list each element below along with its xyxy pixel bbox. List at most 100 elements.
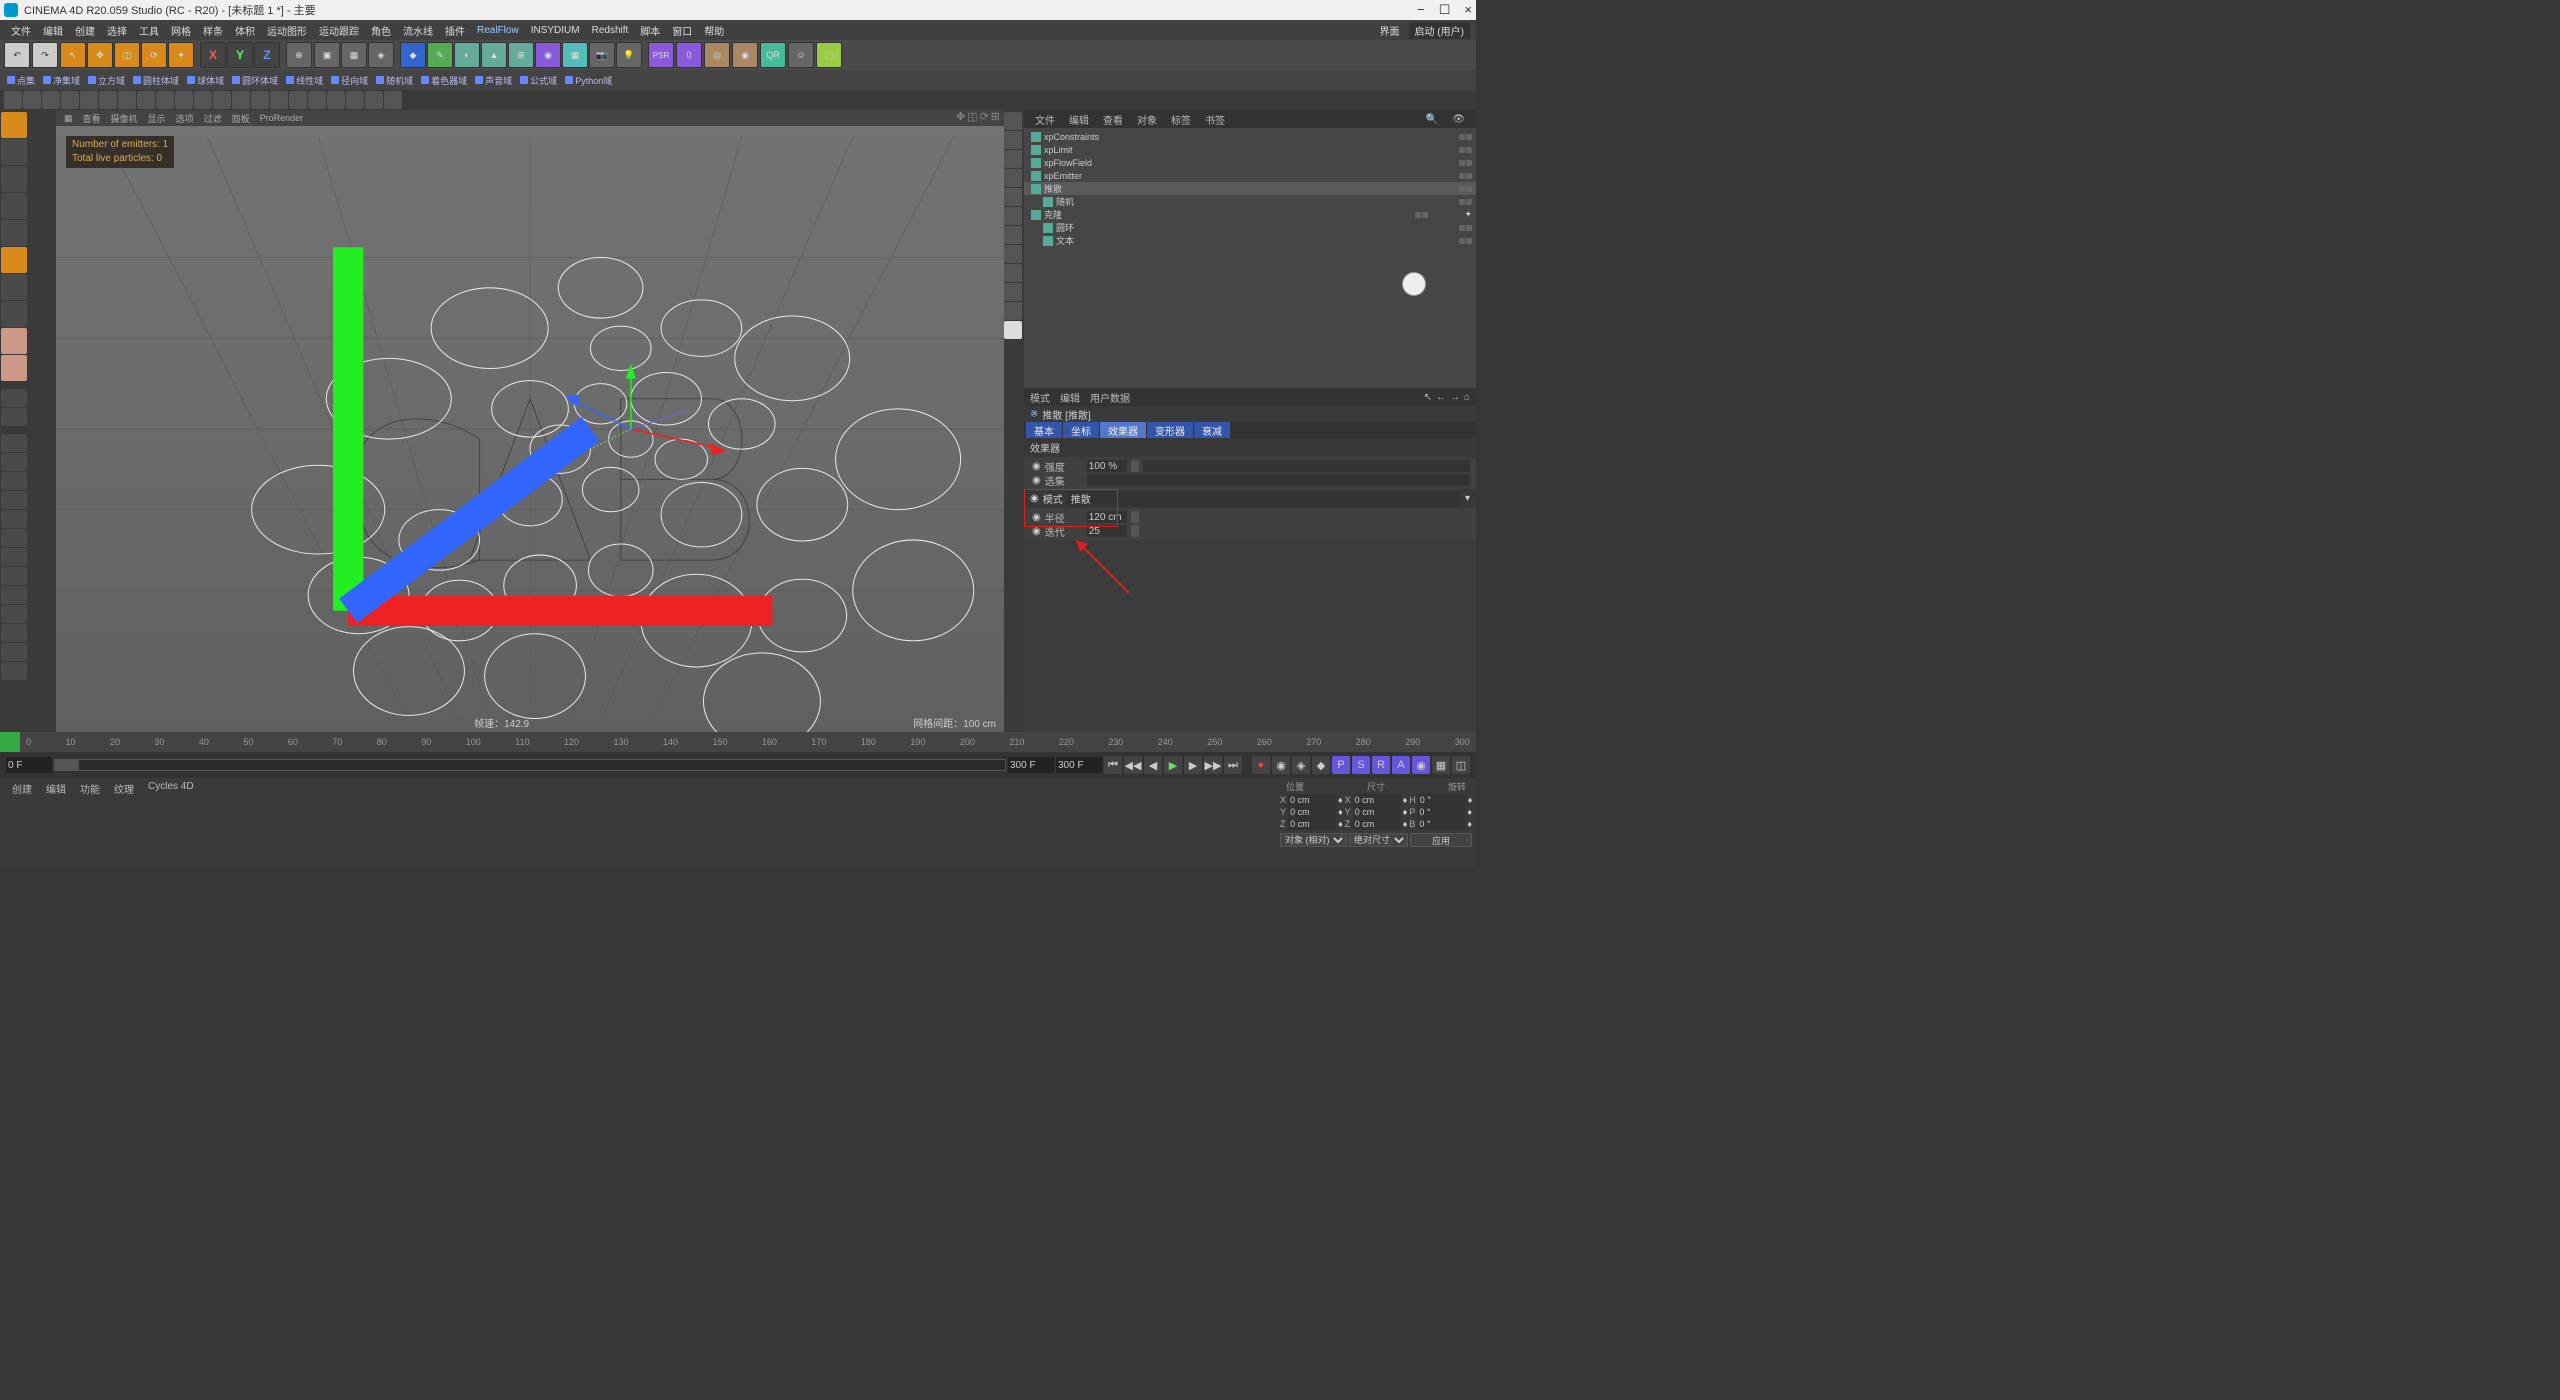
timeline-opts[interactable]: ▦ xyxy=(1432,756,1450,774)
menu-mesh[interactable]: 网格 xyxy=(166,21,196,40)
strip-icon[interactable] xyxy=(213,91,231,109)
goto-start-icon[interactable]: ⏮ xyxy=(1104,756,1122,774)
timeline-ruler[interactable]: 0102030405060708090100110120130140150160… xyxy=(0,732,1476,752)
menu-help[interactable]: 帮助 xyxy=(699,21,729,40)
strip-icon[interactable] xyxy=(99,91,117,109)
coord-pos-input[interactable] xyxy=(1288,794,1336,806)
frame-end2-input[interactable] xyxy=(1056,757,1102,773)
render-pv[interactable]: ▦ xyxy=(341,42,367,68)
strip-icon[interactable] xyxy=(365,91,383,109)
last-tool[interactable]: ✦ xyxy=(168,42,194,68)
viewport[interactable]: Number of emitters: 1 Total live particl… xyxy=(56,126,1004,732)
strip-icon[interactable] xyxy=(118,91,136,109)
menu-mograph[interactable]: 运动图形 xyxy=(262,21,312,40)
snap-icon[interactable] xyxy=(1,529,27,547)
attr-nav-icon[interactable]: ↖ xyxy=(1424,392,1432,403)
camera-icon[interactable]: 📷 xyxy=(589,42,615,68)
field-cube[interactable]: 立方域 xyxy=(85,73,128,88)
menu-realflow[interactable]: RealFlow xyxy=(472,23,524,38)
rb-icon[interactable] xyxy=(1004,131,1022,149)
rb-icon[interactable] xyxy=(1004,150,1022,168)
attr-tab-edit[interactable]: 编辑 xyxy=(1060,390,1080,405)
vp-prorender[interactable]: ProRender xyxy=(260,113,304,123)
strip-icon[interactable] xyxy=(384,91,402,109)
tool-icon2[interactable]: ◉ xyxy=(732,42,758,68)
strip-icon[interactable] xyxy=(194,91,212,109)
tree-item[interactable]: xpLimit xyxy=(1024,143,1476,156)
vp-panel[interactable]: 面板 xyxy=(232,112,250,125)
strip-icon[interactable] xyxy=(42,91,60,109)
om-tab-bm[interactable]: 书签 xyxy=(1200,111,1230,128)
menu-plugins[interactable]: 插件 xyxy=(440,21,470,40)
timeline-dock[interactable]: ◫ xyxy=(1452,756,1470,774)
coord-pos-input[interactable] xyxy=(1288,806,1336,818)
strip-icon[interactable] xyxy=(156,91,174,109)
attr-nav-icon[interactable]: ⌂ xyxy=(1464,392,1470,403)
snap-icon[interactable] xyxy=(1,510,27,528)
strip-icon[interactable] xyxy=(327,91,345,109)
tree-item[interactable]: 圆环 xyxy=(1024,221,1476,234)
menu-edit[interactable]: 编辑 xyxy=(38,21,68,40)
attr-nav-icon[interactable]: ← xyxy=(1436,392,1446,403)
tree-item[interactable]: 推散 xyxy=(1024,182,1476,195)
menu-character[interactable]: 角色 xyxy=(366,21,396,40)
tree-item[interactable]: 克隆✦ xyxy=(1024,208,1476,221)
menu-select[interactable]: 选择 xyxy=(102,21,132,40)
mat-tab-tex[interactable]: 纹理 xyxy=(108,780,140,797)
menu-insydium[interactable]: INSYDIUM xyxy=(526,23,585,38)
om-tab-view[interactable]: 查看 xyxy=(1098,111,1128,128)
menu-pipeline[interactable]: 流水线 xyxy=(398,21,438,40)
menu-tracking[interactable]: 运动跟踪 xyxy=(314,21,364,40)
coord-size-dropdown[interactable]: 绝对尺寸 xyxy=(1349,833,1408,847)
field-shader[interactable]: 着色器域 xyxy=(418,73,470,88)
light-icon[interactable]: 💡 xyxy=(616,42,642,68)
strip-icon[interactable] xyxy=(289,91,307,109)
rb-icon[interactable] xyxy=(1004,188,1022,206)
attr-subtab-basic[interactable]: 基本 xyxy=(1026,422,1062,438)
tree-item[interactable]: xpEmitter xyxy=(1024,169,1476,182)
tool-qr[interactable]: QR xyxy=(760,42,786,68)
vp-nav-icon[interactable]: ◫ xyxy=(967,110,977,123)
om-search-icon[interactable]: 🔍 xyxy=(1421,113,1443,126)
rb-icon[interactable] xyxy=(1004,302,1022,320)
deformer-icon[interactable]: ◉ xyxy=(535,42,561,68)
coord-size-input[interactable] xyxy=(1353,794,1401,806)
attr-tab-mode[interactable]: 模式 xyxy=(1030,390,1050,405)
layout-dropdown[interactable]: 启动 (用户) xyxy=(1409,22,1470,39)
x-lock[interactable]: X xyxy=(200,42,226,68)
zero-icon[interactable]: 0 xyxy=(676,42,702,68)
frame-start-input[interactable] xyxy=(6,757,52,773)
timeline-thumb[interactable] xyxy=(55,760,79,770)
field-radial[interactable]: 径向域 xyxy=(328,73,371,88)
key-s-icon[interactable]: S xyxy=(1352,756,1370,774)
tool-icon1[interactable]: ◎ xyxy=(704,42,730,68)
coord-apply-button[interactable]: 应用 xyxy=(1410,833,1472,847)
key-a-icon[interactable]: A xyxy=(1392,756,1410,774)
rb-icon[interactable] xyxy=(1004,321,1022,339)
attr-subtab-effector[interactable]: 效果器 xyxy=(1100,422,1146,438)
strip-icon[interactable] xyxy=(270,91,288,109)
mode-anim[interactable] xyxy=(1,301,27,327)
mat-tab-cycles[interactable]: Cycles 4D xyxy=(142,780,200,797)
field-sound[interactable]: 声音域 xyxy=(472,73,515,88)
render-settings[interactable]: ◈ xyxy=(368,42,394,68)
strip-icon[interactable] xyxy=(251,91,269,109)
snap-icon[interactable] xyxy=(1,472,27,490)
object-tree[interactable]: xpConstraintsxpLimitxpFlowFieldxpEmitter… xyxy=(1024,128,1476,388)
tool-icon4[interactable]: ⬚ xyxy=(816,42,842,68)
vp-filter[interactable]: 过滤 xyxy=(204,112,222,125)
max-button[interactable]: ☐ xyxy=(1439,2,1451,18)
next-key-icon[interactable]: ▶▶ xyxy=(1204,756,1222,774)
coord-rot-input[interactable] xyxy=(1418,794,1466,806)
prev-key-icon[interactable]: ◀◀ xyxy=(1124,756,1142,774)
y-lock[interactable]: Y xyxy=(227,42,253,68)
attr-input[interactable] xyxy=(1087,525,1127,537)
om-tab-tag[interactable]: 标签 xyxy=(1166,111,1196,128)
attr-subtab-falloff[interactable]: 衰减 xyxy=(1194,422,1230,438)
env-icon[interactable]: ▦ xyxy=(562,42,588,68)
timeline-cursor[interactable] xyxy=(0,732,20,752)
menu-file[interactable]: 文件 xyxy=(6,21,36,40)
rb-icon[interactable] xyxy=(1004,207,1022,225)
play-icon[interactable]: ▶ xyxy=(1164,756,1182,774)
rb-icon[interactable] xyxy=(1004,112,1022,130)
